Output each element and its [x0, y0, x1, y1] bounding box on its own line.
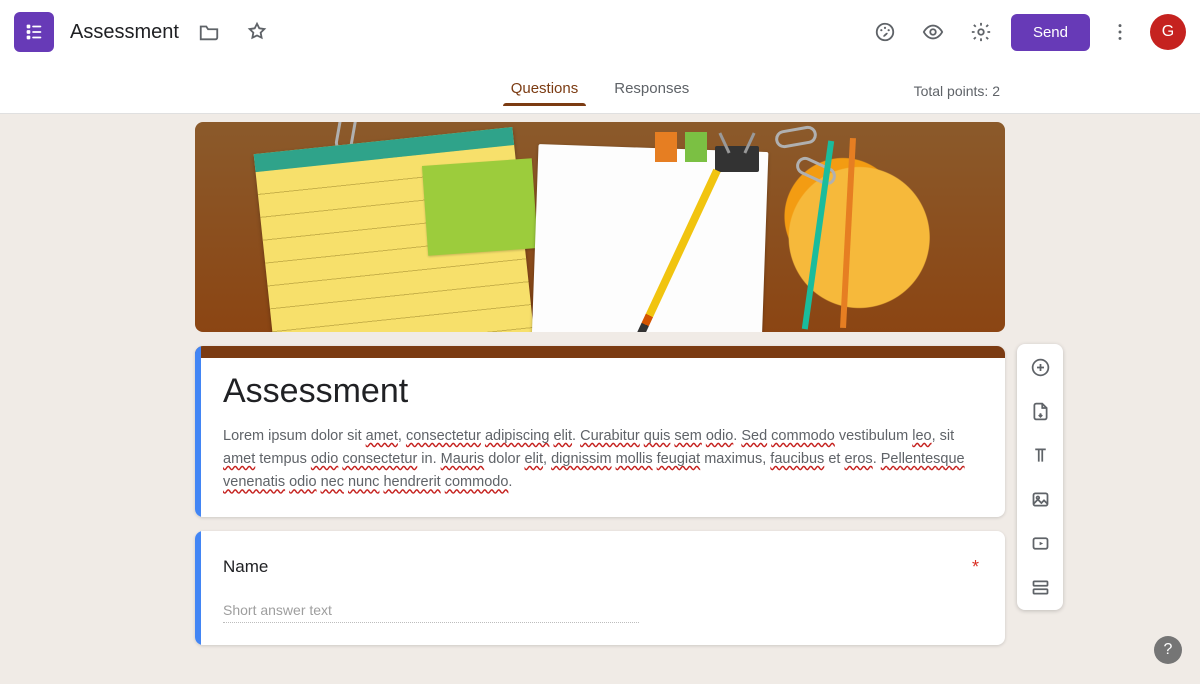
short-answer-placeholder: Short answer text	[223, 602, 639, 623]
required-star: *	[972, 557, 979, 578]
form-title[interactable]: Assessment	[223, 372, 979, 411]
star-icon[interactable]	[239, 14, 275, 50]
import-questions-icon[interactable]	[1025, 396, 1055, 426]
header-image[interactable]	[195, 122, 1005, 332]
preview-icon[interactable]	[915, 14, 951, 50]
question-label[interactable]: Name	[223, 557, 268, 577]
form-title-card[interactable]: Assessment Lorem ipsum dolor sit amet, c…	[195, 346, 1005, 517]
total-points: Total points: 2	[914, 83, 1000, 99]
question-card-1[interactable]: Name * Short answer text	[195, 531, 1005, 645]
move-to-folder-icon[interactable]	[191, 14, 227, 50]
tabs-row: Questions Responses Total points: 2	[0, 64, 1200, 114]
forms-logo[interactable]	[14, 12, 54, 52]
header: Assessment Send G	[0, 0, 1200, 64]
total-points-label: Total points:	[914, 83, 993, 99]
add-question-icon[interactable]	[1025, 352, 1055, 382]
form-description[interactable]: Lorem ipsum dolor sit amet, consectetur …	[223, 425, 979, 495]
add-image-icon[interactable]	[1025, 484, 1055, 514]
form-canvas: Assessment Lorem ipsum dolor sit amet, c…	[195, 114, 1005, 645]
settings-icon[interactable]	[963, 14, 999, 50]
customize-theme-icon[interactable]	[867, 14, 903, 50]
account-avatar[interactable]: G	[1150, 14, 1186, 50]
add-title-icon[interactable]	[1025, 440, 1055, 470]
more-icon[interactable]	[1102, 14, 1138, 50]
tab-questions[interactable]: Questions	[505, 72, 585, 105]
send-button[interactable]: Send	[1011, 14, 1090, 51]
add-section-icon[interactable]	[1025, 572, 1055, 602]
question-toolbar	[1017, 344, 1063, 610]
add-video-icon[interactable]	[1025, 528, 1055, 558]
help-icon[interactable]: ?	[1154, 636, 1182, 664]
total-points-value: 2	[992, 83, 1000, 99]
document-title[interactable]: Assessment	[70, 21, 179, 44]
tab-responses[interactable]: Responses	[608, 72, 695, 105]
